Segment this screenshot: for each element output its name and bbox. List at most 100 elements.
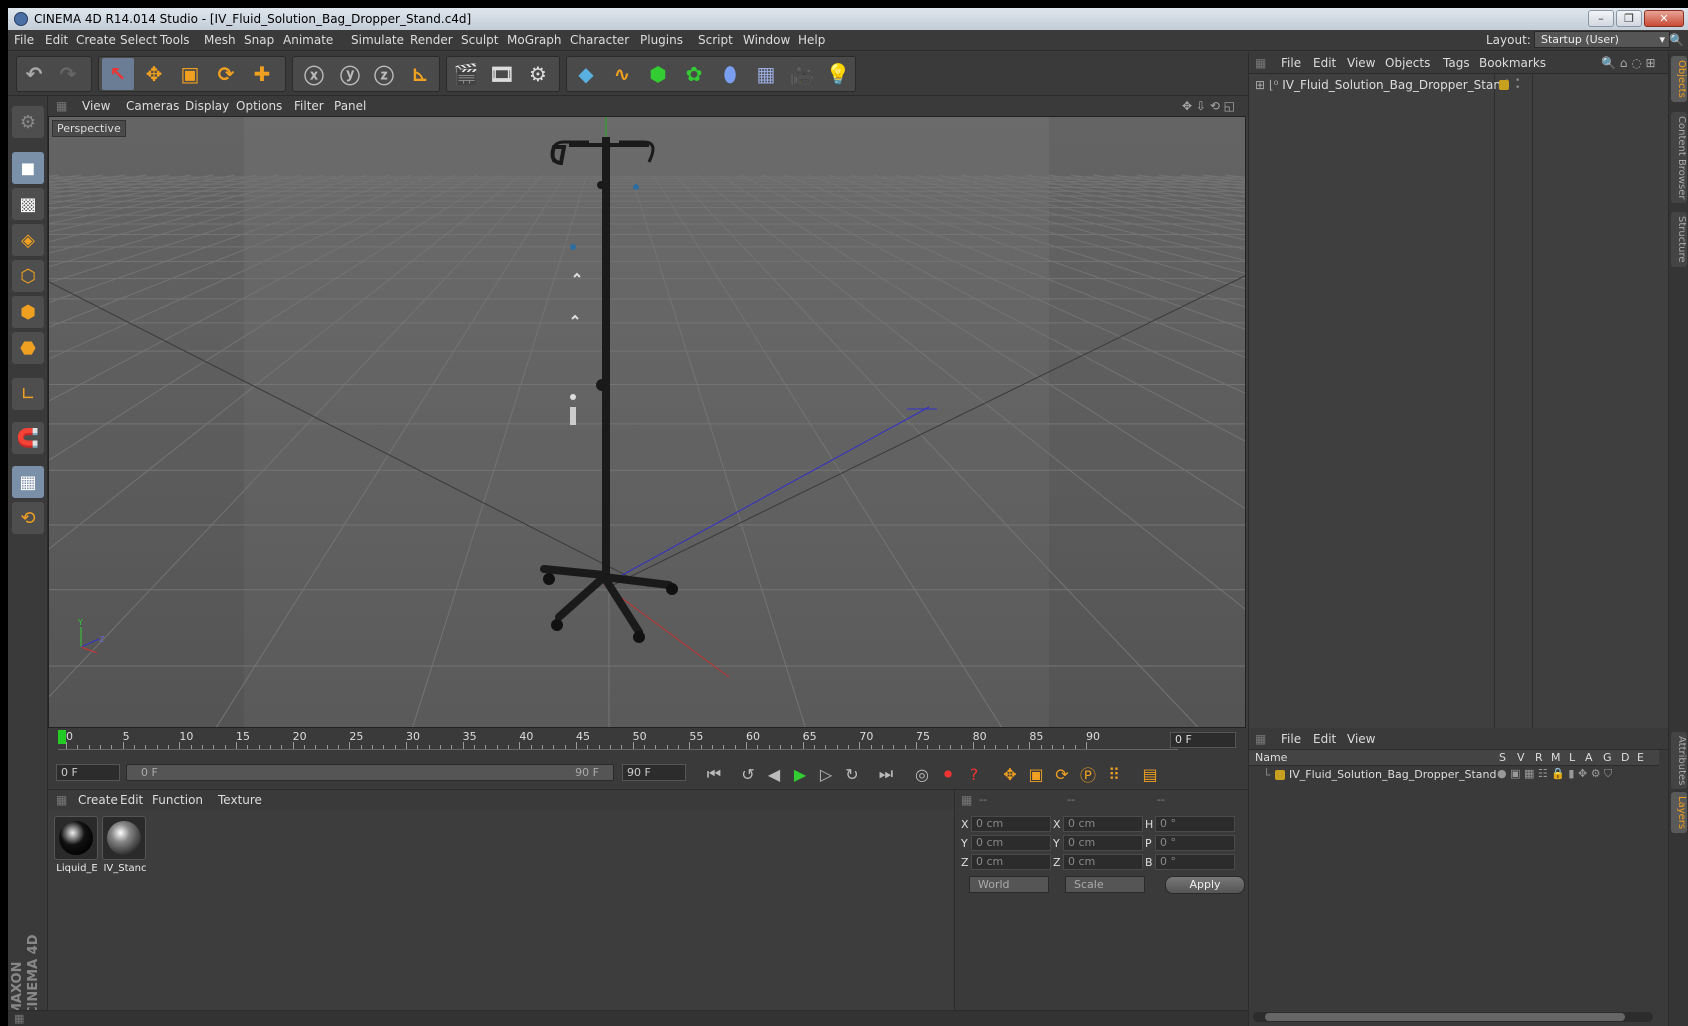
menu-select[interactable]: Select: [120, 33, 157, 47]
size-z-field[interactable]: 0 cm: [1063, 854, 1143, 870]
layers-menu-view[interactable]: View: [1347, 732, 1375, 746]
tweak-mode-icon[interactable]: 🧲: [12, 422, 44, 454]
layer-col-expressions[interactable]: E: [1637, 751, 1644, 764]
key-parameter-icon[interactable]: Ⓟ: [1076, 763, 1100, 785]
key-point-level-icon[interactable]: ⠿: [1102, 763, 1126, 785]
layers-horizontal-scrollbar[interactable]: [1253, 1012, 1653, 1022]
size-mode-select[interactable]: Scale: [1065, 876, 1145, 893]
viewport-menu-options[interactable]: Options: [236, 99, 282, 113]
playhead[interactable]: [58, 730, 66, 744]
layer-toggle-icons[interactable]: ● ▣ ▦ ☷ 🔒 ▮ ✥ ⚙ ⛉: [1497, 767, 1612, 781]
layer-col-locked[interactable]: L: [1569, 751, 1575, 764]
objects-menu-bookmarks[interactable]: Bookmarks: [1479, 56, 1546, 70]
menu-tools[interactable]: Tools: [160, 33, 190, 47]
workplane-mode-icon[interactable]: ◈: [12, 224, 44, 256]
restore-button[interactable]: ❐: [1616, 10, 1642, 27]
viewport-menu-panel[interactable]: Panel: [334, 99, 366, 113]
tab-layers[interactable]: Layers: [1671, 792, 1687, 834]
texture-mode-icon[interactable]: ▩: [12, 188, 44, 220]
polygons-mode-icon[interactable]: ⬣: [12, 332, 44, 364]
minimize-button[interactable]: –: [1588, 10, 1614, 27]
redo-icon[interactable]: ↷: [52, 58, 84, 90]
coordinate-system-icon[interactable]: ⊾: [404, 58, 436, 90]
y-axis-lock-icon[interactable]: ⓨ: [334, 58, 366, 90]
layers-menu-edit[interactable]: Edit: [1313, 732, 1336, 746]
render-settings-icon[interactable]: ⚙: [522, 58, 554, 90]
objects-toolbar-icons[interactable]: 🔍 ⌂ ◌ ⊞: [1601, 56, 1656, 70]
z-axis-lock-icon[interactable]: ⓩ: [368, 58, 400, 90]
deformer-icon[interactable]: ⬮: [714, 58, 746, 90]
auto-keying-icon[interactable]: ⏺: [936, 763, 960, 785]
points-mode-icon[interactable]: ⬡: [12, 260, 44, 292]
viewport-nav-icons[interactable]: ✥ ⇩ ⟲ ◱: [1182, 99, 1235, 113]
objects-menu-tags[interactable]: Tags: [1443, 56, 1470, 70]
rotation-h-field[interactable]: 0 °: [1155, 816, 1235, 832]
position-z-field[interactable]: 0 cm: [971, 854, 1051, 870]
next-key-icon[interactable]: ↻: [840, 763, 864, 785]
start-frame-field[interactable]: 0 F: [56, 764, 120, 781]
material-menu-create[interactable]: Create: [78, 793, 118, 807]
play-icon[interactable]: ▶: [788, 763, 812, 785]
previous-key-icon[interactable]: ↺: [736, 763, 760, 785]
object-tree[interactable]: ⊞ ⌊⁰ IV_Fluid_Solution_Bag_Dropper_Stand…: [1249, 74, 1669, 728]
subdivision-surface-icon[interactable]: ⬢: [642, 58, 674, 90]
layer-row[interactable]: └ IV_Fluid_Solution_Bag_Dropper_Stand ● …: [1249, 766, 1659, 784]
layer-col-generators[interactable]: G: [1603, 751, 1612, 764]
x-axis-lock-icon[interactable]: ⓧ: [298, 58, 330, 90]
expand-icon[interactable]: ⊞: [1255, 78, 1265, 92]
edges-mode-icon[interactable]: ⬢: [12, 296, 44, 328]
menu-sculpt[interactable]: Sculpt: [461, 33, 498, 47]
live-selection-icon[interactable]: ↖: [102, 58, 134, 90]
objects-menu-objects[interactable]: Objects: [1385, 56, 1430, 70]
visibility-dots-icon[interactable]: • •: [1515, 77, 1520, 93]
material-menu-function[interactable]: Function: [152, 793, 203, 807]
cube-object-icon[interactable]: ◆: [570, 58, 602, 90]
array-icon[interactable]: ✿: [678, 58, 710, 90]
go-to-start-icon[interactable]: ⏮: [702, 763, 726, 785]
scale-icon[interactable]: ▣: [174, 58, 206, 90]
menu-simulate[interactable]: Simulate: [351, 33, 404, 47]
menu-mesh[interactable]: Mesh: [204, 33, 236, 47]
material-menu-edit[interactable]: Edit: [120, 793, 143, 807]
layer-col-deformers[interactable]: D: [1621, 751, 1629, 764]
menu-window[interactable]: Window: [743, 33, 790, 47]
tab-content-browser[interactable]: Content Browser: [1671, 112, 1687, 204]
rotation-p-field[interactable]: 0 °: [1155, 835, 1235, 851]
rotate-icon[interactable]: ⟳: [210, 58, 242, 90]
light-icon[interactable]: 💡: [822, 58, 854, 90]
layer-col-view[interactable]: V: [1517, 751, 1525, 764]
menu-edit[interactable]: Edit: [45, 33, 68, 47]
menu-help[interactable]: Help: [798, 33, 825, 47]
spline-pen-icon[interactable]: ∿: [606, 58, 638, 90]
viewport-menu-view[interactable]: View: [82, 99, 110, 113]
snap-icon[interactable]: ▦: [12, 466, 44, 498]
axis-mode-icon[interactable]: ∟: [12, 378, 44, 410]
layers-menu-file[interactable]: File: [1281, 732, 1301, 746]
menu-character[interactable]: Character: [570, 33, 629, 47]
object-row[interactable]: ⊞ ⌊⁰ IV_Fluid_Solution_Bag_Dropper_Stand…: [1255, 77, 1655, 96]
next-frame-icon[interactable]: ▷: [814, 763, 838, 785]
menu-create[interactable]: Create: [76, 33, 116, 47]
layer-color-icon[interactable]: [1275, 770, 1285, 780]
objects-menu-file[interactable]: File: [1281, 56, 1301, 70]
layout-select[interactable]: Startup (User): [1534, 31, 1670, 48]
tab-structure[interactable]: Structure: [1671, 212, 1687, 267]
key-rotation-icon[interactable]: ⟳: [1050, 763, 1074, 785]
rotation-b-field[interactable]: 0 °: [1155, 854, 1235, 870]
apply-button[interactable]: Apply: [1165, 876, 1245, 894]
layer-col-solo[interactable]: S: [1499, 751, 1506, 764]
menu-snap[interactable]: Snap: [244, 33, 274, 47]
layer-col-render[interactable]: R: [1535, 751, 1543, 764]
keyframe-selection-icon[interactable]: ?: [962, 763, 986, 785]
material-swatch[interactable]: IV_Stanc: [102, 816, 147, 874]
timeline-window-icon[interactable]: ▤: [1138, 763, 1162, 785]
menu-script[interactable]: Script: [698, 33, 733, 47]
recent-tool-icon[interactable]: ✚: [246, 58, 278, 90]
render-view-icon[interactable]: 🎬: [450, 58, 482, 90]
frame-range-slider[interactable]: 0 F 90 F: [126, 764, 614, 781]
key-scale-icon[interactable]: ▣: [1024, 763, 1048, 785]
perspective-viewport[interactable]: Y Z Perspective: [48, 116, 1246, 728]
floor-icon[interactable]: ▦: [750, 58, 782, 90]
viewport-menu-filter[interactable]: Filter: [294, 99, 324, 113]
menu-render[interactable]: Render: [410, 33, 453, 47]
